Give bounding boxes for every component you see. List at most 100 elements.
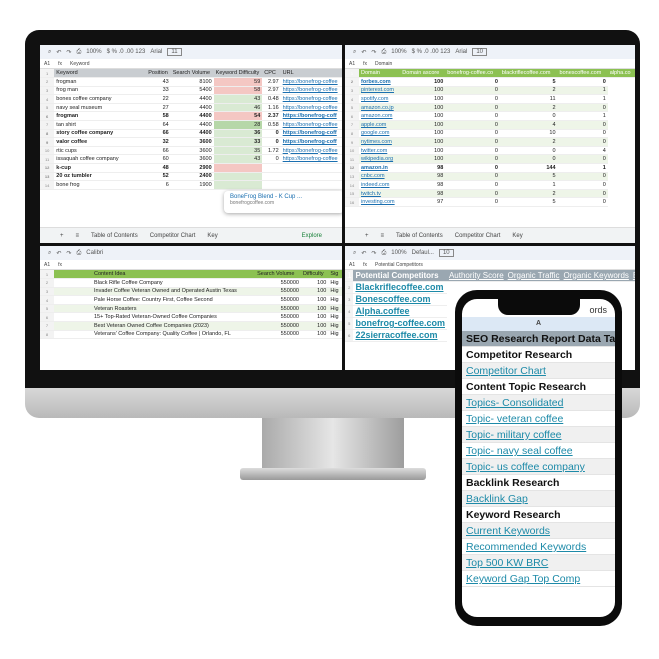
all-sheets-icon[interactable]: ≡ <box>76 233 80 239</box>
font-select[interactable]: Calibri <box>86 250 103 256</box>
url-cell[interactable] <box>280 163 342 173</box>
font-select[interactable]: Arial <box>150 49 162 55</box>
position-cell: 6 <box>146 180 171 190</box>
font-size-input[interactable]: 10 <box>472 48 488 56</box>
competitor-cell[interactable]: bonefrog-coffee.com <box>353 317 447 330</box>
formula-bar[interactable]: A1 fx Domain <box>345 59 635 69</box>
url-cell[interactable]: https://bonefrog-coffee <box>280 154 342 165</box>
search-icon[interactable]: ⌕ <box>48 49 51 56</box>
competitor-cell[interactable]: Alpha.coffee <box>353 305 447 318</box>
undo-icon[interactable]: ↶ <box>56 49 61 56</box>
redo-icon[interactable]: ↷ <box>66 250 71 257</box>
domain-cell[interactable]: investing.com <box>359 197 401 207</box>
toc-link[interactable]: Topic- military coffee <box>462 427 615 443</box>
url-cell[interactable]: https://bonefrog-coffee <box>280 120 342 130</box>
zoom-select[interactable]: 100% <box>391 250 406 256</box>
domain-cell[interactable]: apple.com <box>359 120 401 130</box>
undo-icon[interactable]: ↶ <box>56 250 61 257</box>
sheet-tab[interactable]: Table of Contents <box>91 233 138 239</box>
formula-value: Potential Competitors <box>375 261 423 268</box>
keyword-cell: valor coffee <box>54 137 147 147</box>
search-icon[interactable]: ⌕ <box>48 250 51 257</box>
competitor-cell[interactable]: Bonescoffee.com <box>353 293 447 306</box>
search-icon[interactable]: ⌕ <box>353 49 356 56</box>
sheet-tab[interactable]: Key <box>512 233 522 239</box>
row-number: 3 <box>345 86 359 96</box>
formula-bar[interactable]: A1 fx Keyword <box>40 59 342 69</box>
redo-icon[interactable]: ↷ <box>66 49 71 56</box>
domain-cell[interactable]: forbes.com <box>359 77 401 87</box>
toc-link[interactable]: Top 500 KW BRC <box>462 555 615 571</box>
toc-link[interactable]: Topic- us coffee company <box>462 459 615 475</box>
undo-icon[interactable]: ↶ <box>361 250 366 257</box>
competitor-cell[interactable]: 22sierracoffee.com <box>353 329 447 342</box>
domain-cell[interactable]: google.com <box>359 129 401 139</box>
url-cell[interactable]: https://bonefrog-coffee <box>280 146 342 156</box>
formula-bar[interactable]: A1 fx Potential Competitors <box>345 260 635 270</box>
redo-icon[interactable]: ↷ <box>371 250 376 257</box>
domain-cell[interactable]: cnbc.com <box>359 172 401 182</box>
row-number: 3 <box>40 86 55 96</box>
domain-cell[interactable]: amazon.in <box>359 163 401 173</box>
row-number: 12 <box>345 163 359 173</box>
cpc-cell: 0.48 <box>262 94 281 104</box>
keyword-sheet: ⌕ ↶ ↷ ⎙ 100% $ % .0 .00 123 Arial 11 A1 fx Keywor… <box>40 45 342 243</box>
font-size-input[interactable]: 10 <box>438 249 454 257</box>
domain-cell[interactable]: wikipedia.org <box>359 154 401 165</box>
volume-cell: 4400 <box>170 103 214 113</box>
explore-button[interactable]: Explore <box>302 233 322 239</box>
sheet-tab[interactable]: Key <box>207 233 217 239</box>
sheet-tab[interactable]: Competitor Chart <box>150 233 196 239</box>
url-cell[interactable]: https://bonefrog-coff <box>280 111 342 122</box>
font-select[interactable]: Arial <box>455 49 467 55</box>
url-cell[interactable]: https://bonefrog-coffee <box>280 94 342 104</box>
toc-link[interactable]: Topic- veteran coffee <box>462 411 615 427</box>
url-cell[interactable] <box>280 180 342 190</box>
domain-cell[interactable]: amazon.co.jp <box>359 103 401 113</box>
toc-link[interactable]: Topics- Consolidated <box>462 395 615 411</box>
domain-cell[interactable]: spotify.com <box>359 94 401 104</box>
redo-icon[interactable]: ↷ <box>371 49 376 56</box>
toc-link[interactable]: Topic- navy seal coffee <box>462 443 615 459</box>
toc-link[interactable]: Keyword Gap Top Comp <box>462 571 615 587</box>
domain-cell[interactable]: pinterest.com <box>359 86 401 96</box>
print-icon[interactable]: ⎙ <box>76 49 81 56</box>
url-cell[interactable] <box>280 172 342 182</box>
undo-icon[interactable]: ↶ <box>361 49 366 56</box>
difficulty-cell: 100 <box>300 312 329 323</box>
font-select[interactable]: Defaul... <box>412 250 434 256</box>
formula-bar[interactable]: A1 fx <box>40 260 342 270</box>
add-sheet-icon[interactable]: + <box>365 233 369 239</box>
zoom-select[interactable]: 100% <box>391 49 406 55</box>
url-cell[interactable]: https://bonefrog-coffee <box>280 77 342 87</box>
row-number: 11 <box>40 154 55 165</box>
zoom-select[interactable]: 100% <box>86 49 101 55</box>
domain-cell[interactable]: amazon.com <box>359 111 401 122</box>
domain-cell[interactable]: twitter.com <box>359 146 401 156</box>
value-cell: 10 <box>499 129 558 139</box>
print-icon[interactable]: ⎙ <box>381 250 386 257</box>
value-cell: 98 <box>400 180 446 190</box>
print-icon[interactable]: ⎙ <box>381 49 386 56</box>
domain-cell[interactable]: indeed.com <box>359 180 401 190</box>
toc-link[interactable]: Recommended Keywords <box>462 539 615 555</box>
url-cell[interactable]: https://bonefrog-coffee <box>280 103 342 113</box>
url-cell[interactable]: https://bonefrog-coffee <box>280 86 342 96</box>
link-preview-tooltip[interactable]: BoneFrog Blend - K Cup ... bonefrogcoffee… <box>224 191 342 213</box>
position-cell: 66 <box>146 129 171 139</box>
print-icon[interactable]: ⎙ <box>76 250 81 257</box>
sheet-tab[interactable]: Competitor Chart <box>455 233 501 239</box>
sheet-tab[interactable]: Table of Contents <box>396 233 443 239</box>
add-sheet-icon[interactable]: + <box>60 233 64 239</box>
toc-link[interactable]: Competitor Chart <box>462 363 615 379</box>
toc-link[interactable]: Current Keywords <box>462 523 615 539</box>
domain-cell[interactable]: nytimes.com <box>359 137 401 147</box>
toc-link[interactable]: Backlink Gap <box>462 491 615 507</box>
search-icon[interactable]: ⌕ <box>353 250 356 257</box>
all-sheets-icon[interactable]: ≡ <box>381 233 385 239</box>
competitor-cell[interactable]: Blackriflecoffee.com <box>353 281 447 294</box>
font-size-input[interactable]: 11 <box>167 48 182 56</box>
domain-cell[interactable]: twitch.tv <box>359 189 401 199</box>
url-cell[interactable]: https://bonefrog-coff <box>280 137 342 147</box>
url-cell[interactable]: https://bonefrog-coff <box>280 129 342 139</box>
